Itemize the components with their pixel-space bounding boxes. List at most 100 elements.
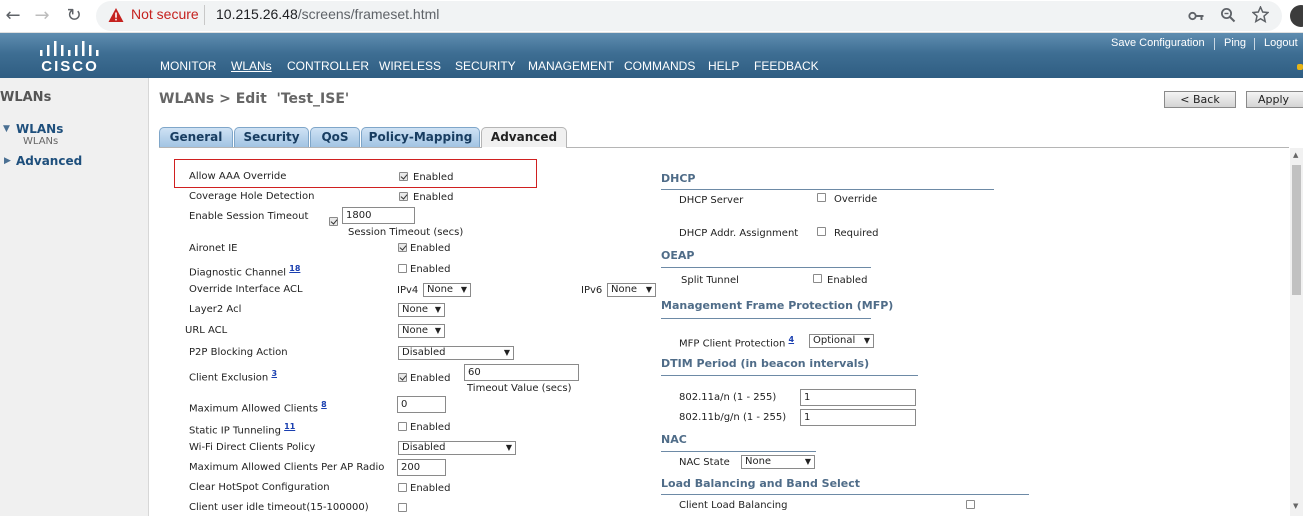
- footnote-18-link[interactable]: 18: [289, 264, 300, 273]
- ipv4-label: IPv4: [397, 285, 419, 296]
- back-arrow-icon[interactable]: ←: [2, 5, 24, 27]
- url-acl-select[interactable]: None ▼: [398, 324, 445, 338]
- footnote-3-link[interactable]: 3: [271, 369, 277, 378]
- coverage-hole-checkbox[interactable]: [399, 192, 408, 201]
- footnote-11-link[interactable]: 11: [284, 422, 295, 431]
- dhcp-override-checkbox[interactable]: [817, 193, 826, 202]
- tab-advanced[interactable]: Advanced: [481, 127, 567, 149]
- menu-commands[interactable]: COMMANDS: [624, 59, 695, 73]
- save-configuration-link[interactable]: Save Configuration: [1111, 37, 1205, 49]
- session-timeout-checkbox[interactable]: [329, 217, 338, 226]
- wifi-direct-value: Disabled: [402, 442, 446, 453]
- sidebar-item-wlans[interactable]: WLANs: [16, 122, 63, 136]
- dhcp-section-line: [661, 189, 994, 190]
- oeap-section-line: [661, 267, 871, 268]
- tab-general[interactable]: General: [159, 127, 233, 148]
- dtim-b-label: 802.11b/g/n (1 - 255): [679, 412, 787, 423]
- dhcp-required-label: Required: [834, 228, 879, 239]
- key-icon[interactable]: [1188, 9, 1204, 23]
- cisco-logo-icon: [40, 41, 99, 56]
- dtim-section-line: [661, 375, 918, 376]
- client-exclusion-timeout-input[interactable]: 60: [464, 364, 579, 381]
- footnote-4-link[interactable]: 4: [789, 335, 795, 344]
- nac-section-title: NAC: [661, 433, 687, 446]
- menu-security[interactable]: SECURITY: [455, 59, 516, 73]
- p2p-blocking-value: Disabled: [402, 347, 446, 358]
- mfp-section-line: [661, 318, 871, 319]
- client-exclusion-text: Client Exclusion: [189, 372, 269, 384]
- sidebar-item-advanced[interactable]: Advanced: [16, 154, 82, 168]
- wifi-direct-select[interactable]: Disabled ▼: [398, 441, 516, 455]
- max-clients-label: Maximum Allowed Clients 8: [189, 400, 327, 414]
- zoom-icon[interactable]: [1220, 7, 1236, 23]
- reload-icon[interactable]: ↻: [63, 5, 85, 27]
- diagnostic-channel-checkbox[interactable]: [398, 264, 407, 273]
- ipv4-acl-select[interactable]: None ▼: [423, 283, 471, 297]
- layer2-acl-label: Layer2 Acl: [189, 304, 242, 315]
- menu-feedback[interactable]: FEEDBACK: [754, 59, 819, 73]
- client-load-balancing-checkbox[interactable]: [966, 500, 975, 509]
- forward-arrow-icon[interactable]: →: [31, 5, 53, 27]
- dhcp-server-label: DHCP Server: [679, 195, 744, 206]
- idle-timeout-checkbox[interactable]: [398, 503, 407, 512]
- url-separator: [204, 5, 205, 25]
- allow-aaa-override-checkbox[interactable]: [399, 172, 408, 181]
- oeap-section-title: OEAP: [661, 249, 695, 262]
- client-exclusion-checkbox[interactable]: [398, 373, 407, 382]
- aironet-ie-checkbox[interactable]: [398, 243, 407, 252]
- menu-help[interactable]: HELP: [708, 59, 739, 73]
- aironet-ie-label: Aironet IE: [189, 243, 238, 254]
- ipv6-acl-select[interactable]: None ▼: [607, 283, 656, 297]
- max-clients-ap-input[interactable]: 200: [397, 459, 446, 476]
- client-exclusion-label: Client Exclusion 3: [189, 369, 277, 383]
- load-balancing-section-line: [661, 494, 1029, 495]
- mfp-client-text: MFP Client Protection: [679, 338, 786, 350]
- dtim-a-input[interactable]: 1: [800, 389, 916, 406]
- back-button[interactable]: < Back: [1164, 91, 1236, 108]
- apply-button[interactable]: Apply: [1246, 91, 1303, 108]
- nac-state-select[interactable]: None ▼: [741, 455, 815, 469]
- tab-qos[interactable]: QoS: [310, 127, 360, 148]
- static-ip-enabled: Enabled: [410, 422, 451, 433]
- menu-management[interactable]: MANAGEMENT: [528, 59, 614, 73]
- dhcp-assignment-label: DHCP Addr. Assignment: [679, 228, 799, 239]
- p2p-blocking-select[interactable]: Disabled ▼: [398, 346, 514, 360]
- dtim-b-input[interactable]: 1: [800, 409, 916, 426]
- mfp-client-select[interactable]: Optional ▼: [809, 334, 874, 348]
- clear-hotspot-checkbox[interactable]: [398, 483, 407, 492]
- scrollbar-thumb[interactable]: [1292, 165, 1301, 295]
- static-ip-checkbox[interactable]: [398, 422, 407, 431]
- expand-down-icon[interactable]: ▼: [3, 124, 10, 134]
- max-clients-input[interactable]: 0: [397, 396, 446, 413]
- footnote-8-link[interactable]: 8: [321, 400, 327, 409]
- ping-link[interactable]: Ping: [1224, 37, 1246, 49]
- mfp-client-value: Optional: [813, 335, 856, 346]
- nac-state-label: NAC State: [679, 457, 730, 468]
- client-exclusion-caption: Timeout Value (secs): [467, 383, 572, 394]
- tab-policy-mapping[interactable]: Policy-Mapping: [361, 127, 480, 148]
- session-timeout-input[interactable]: 1800: [342, 207, 415, 224]
- sidebar-subitem-wlans[interactable]: WLANs: [23, 136, 58, 147]
- bookmark-star-icon[interactable]: [1252, 6, 1269, 23]
- dhcp-required-checkbox[interactable]: [817, 227, 826, 236]
- allow-aaa-override-enabled: Enabled: [413, 172, 454, 183]
- url-text[interactable]: 10.215.26.48/screens/frameset.html: [216, 6, 439, 22]
- scroll-down-arrow-icon[interactable]: ▼: [1293, 502, 1298, 510]
- not-secure-label[interactable]: Not secure: [131, 6, 199, 22]
- ipv6-acl-value: None: [611, 284, 638, 295]
- split-tunnel-checkbox[interactable]: [813, 274, 822, 283]
- menu-wlans[interactable]: WLANs: [231, 59, 272, 73]
- menu-monitor[interactable]: MONITOR: [160, 59, 216, 73]
- logout-link[interactable]: Logout: [1264, 37, 1298, 49]
- menu-controller[interactable]: CONTROLLER: [287, 59, 369, 73]
- expand-right-icon[interactable]: ▶: [4, 156, 11, 166]
- diagnostic-channel-enabled: Enabled: [410, 264, 451, 275]
- url-acl-label: URL ACL: [185, 325, 228, 336]
- menu-wireless[interactable]: WIRELESS: [379, 59, 441, 73]
- nac-state-value: None: [745, 456, 772, 467]
- tab-security[interactable]: Security: [234, 127, 309, 148]
- allow-aaa-override-label: Allow AAA Override: [189, 171, 287, 182]
- load-balancing-section-title: Load Balancing and Band Select: [661, 477, 861, 490]
- layer2-acl-select[interactable]: None ▼: [398, 303, 445, 317]
- scroll-up-arrow-icon[interactable]: ▲: [1293, 151, 1298, 159]
